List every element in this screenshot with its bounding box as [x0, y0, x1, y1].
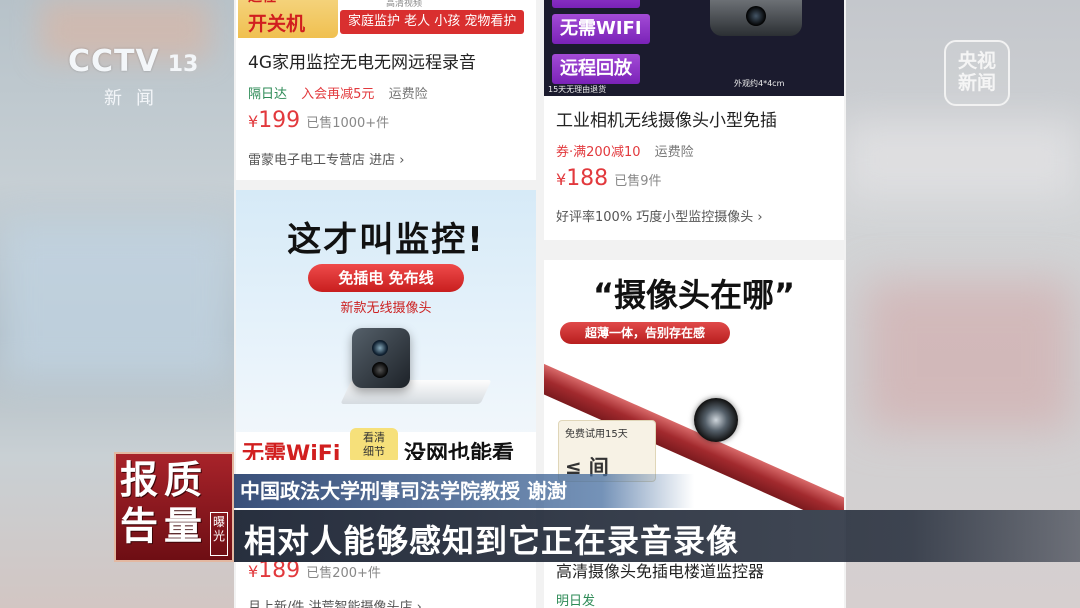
no-network-text: 没网也能看 — [404, 442, 515, 460]
product-image[interactable]: 远程开关 无需WIFI 远程回放 外观约4*4cm 15天无理由退货 — [544, 0, 844, 96]
tag-delivery: 明日发 — [556, 594, 596, 608]
product-title[interactable]: 工业相机无线摄像头小型免插 — [556, 106, 777, 131]
hd-badge: 看清 细节 — [350, 428, 398, 460]
image-pill: 超薄一体，告别存在感 — [560, 322, 730, 344]
channel-logo: CCTV 13 新闻 — [68, 44, 199, 109]
product-title[interactable]: 4G家用监控无电无网远程录音 — [248, 48, 476, 73]
product-image[interactable]: 远程 开关机 高清视频 家庭监护 老人 小孩 宠物看护 — [236, 0, 536, 40]
product-tags: 券·满200减10 运费险 — [556, 141, 694, 160]
tag-insurance: 运费险 — [388, 87, 428, 102]
sold-count: 已售200+件 — [306, 566, 381, 581]
camera-lens-icon — [694, 398, 738, 442]
product-price: ¥199 已售1000+件 — [248, 108, 390, 133]
image-caption: 15天无理由退货 — [548, 85, 607, 94]
sold-count: 已售1000+件 — [306, 116, 390, 131]
product-image[interactable]: 这才叫监控! 免插电 免布线 新款无线摄像头 无需WiFi 看清 细节 没网也能… — [236, 190, 536, 460]
product-image[interactable]: “摄像头在哪” 超薄一体，告别存在感 免费试用15天 ≤ 间 — [544, 260, 844, 510]
store-link[interactable]: 雷蒙电子电工专营店 进店 › — [248, 149, 404, 168]
program-logo: 报 质 告 量 曝光 — [114, 452, 234, 562]
promo-small-text: 高清视频 — [386, 0, 423, 9]
promo-badge: 远程 开关机 — [238, 0, 338, 38]
subtitle-bar: 相对人能够感知到它正在录音录像 — [234, 510, 1080, 562]
product-card[interactable]: 远程 开关机 高清视频 家庭监护 老人 小孩 宠物看护 4G家用监控无电无网远程… — [236, 0, 536, 180]
image-caption: 外观约4*4cm — [734, 79, 785, 88]
store-link[interactable]: 好评率100% 巧度小型监控摄像头 › — [556, 206, 763, 225]
product-card[interactable]: 远程开关 无需WIFI 远程回放 外观约4*4cm 15天无理由退货 工业相机无… — [544, 0, 844, 240]
store-link[interactable]: 月上新/件 洪荒智能摄像头店 › — [248, 596, 422, 608]
image-pill: 免插电 免布线 — [308, 264, 464, 292]
promo-pill: 远程回放 — [552, 54, 640, 84]
promo-pill: 远程开关 — [552, 0, 640, 8]
trial-badge: 免费试用15天 ≤ 间 — [558, 420, 656, 482]
sold-count: 已售9件 — [614, 174, 662, 189]
camera-icon — [710, 0, 802, 36]
promo-pill: 无需WIFI — [552, 14, 650, 44]
image-headline: “摄像头在哪” — [592, 276, 796, 314]
speaker-caption: 中国政法大学刑事司法学院教授 谢澍 — [234, 474, 694, 508]
product-tags: 隔日达 入会再减5元 运费险 — [248, 83, 428, 102]
news-watermark-logo: 央视 新闻 — [944, 40, 1010, 106]
promo-pill: 家庭监护 老人 小孩 宠物看护 — [340, 10, 525, 34]
no-wifi-text: 无需WiFi — [242, 442, 341, 460]
image-subtext: 新款无线摄像头 — [340, 301, 432, 316]
image-headline: 这才叫监控! — [287, 220, 485, 260]
tag-insurance: 运费险 — [654, 145, 694, 160]
product-price: ¥188 已售9件 — [556, 166, 662, 191]
camera-icon — [352, 328, 410, 388]
tag-discount: 入会再减5元 — [301, 87, 375, 102]
tag-coupon: 券·满200减10 — [556, 145, 641, 160]
tag-delivery: 隔日达 — [248, 87, 288, 102]
subtitle-text: 相对人能够感知到它正在录音录像 — [244, 522, 740, 560]
